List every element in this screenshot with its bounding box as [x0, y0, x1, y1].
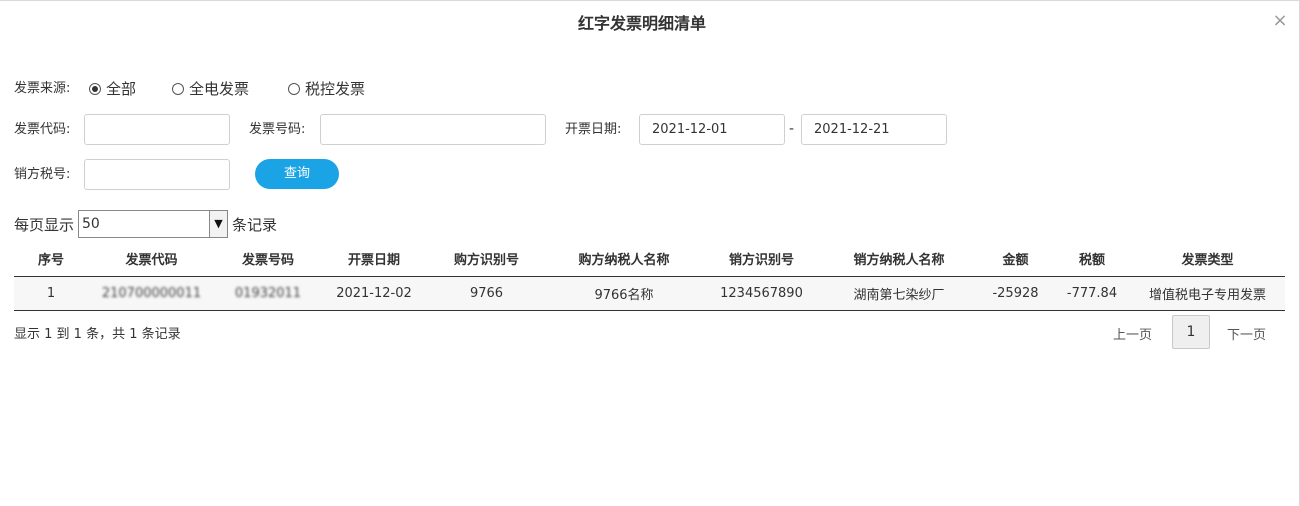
red-invoice-dialog: 红字发票明细清单 × 发票来源: 全部 全电发票 税控发票 发票代码: 发票号码…: [0, 0, 1300, 506]
issue-date-label: 开票日期:: [565, 122, 622, 137]
invoice-table: 序号 发票代码 发票号码 开票日期 购方识别号 购方纳税人名称 销方识别号 销方…: [14, 241, 1285, 311]
column-header-seller-name: 销方纳税人名称: [821, 241, 977, 277]
table-row[interactable]: 1 210700000011 01932011 2021-12-02 9766 …: [14, 276, 1285, 311]
date-to-input[interactable]: 2021-12-21: [801, 114, 947, 145]
column-header-buyer-id: 购方识别号: [427, 241, 546, 277]
seller-tax-id-label: 销方税号:: [14, 167, 71, 182]
radio-label: 全部: [106, 80, 137, 98]
query-button[interactable]: 查询: [255, 159, 339, 189]
column-header-tax: 税额: [1054, 241, 1130, 277]
next-page-link[interactable]: 下一页: [1227, 324, 1266, 343]
radio-checked-icon: [89, 83, 101, 95]
page-size-value: 50: [82, 216, 100, 232]
seller-tax-id-input[interactable]: [84, 159, 230, 190]
column-header-invoice-type: 发票类型: [1130, 241, 1285, 277]
column-header-invoice-number: 发票号码: [215, 241, 321, 277]
column-header-issue-date: 开票日期: [321, 241, 427, 277]
column-header-seller-id: 销方识别号: [702, 241, 821, 277]
cell-buyer-name: 9766名称: [546, 276, 702, 311]
page-size-suffix: 条记录: [232, 215, 278, 234]
radio-source-tax-control[interactable]: 税控发票: [288, 80, 365, 98]
blurred-invoice-number: 01932011: [234, 285, 302, 301]
cell-index: 1: [14, 276, 88, 311]
column-header-buyer-name: 购方纳税人名称: [546, 241, 702, 277]
blurred-invoice-code: 210700000011: [101, 285, 202, 301]
radio-unchecked-icon: [288, 83, 300, 95]
cell-invoice-type: 增值税电子专用发票: [1130, 276, 1285, 311]
invoice-code-label: 发票代码:: [14, 122, 71, 137]
radio-unchecked-icon: [172, 83, 184, 95]
cell-invoice-number: 01932011: [215, 276, 321, 311]
invoice-number-input[interactable]: [320, 114, 546, 145]
column-header-invoice-code: 发票代码: [88, 241, 215, 277]
records-summary: 显示 1 到 1 条，共 1 条记录: [14, 327, 181, 342]
page-size-prefix: 每页显示: [14, 215, 75, 234]
table-header-row: 序号 发票代码 发票号码 开票日期 购方识别号 购方纳税人名称 销方识别号 销方…: [14, 241, 1285, 277]
page-number-button[interactable]: 1: [1172, 315, 1210, 349]
column-header-amount: 金额: [977, 241, 1054, 277]
cell-seller-id: 1234567890: [702, 276, 821, 311]
column-header-index: 序号: [14, 241, 88, 277]
cell-invoice-code: 210700000011: [88, 276, 215, 311]
source-label: 发票来源:: [14, 81, 71, 96]
date-separator: -: [789, 121, 795, 137]
cell-issue-date: 2021-12-02: [321, 276, 427, 311]
cell-tax: -777.84: [1054, 276, 1130, 311]
radio-source-all[interactable]: 全部: [89, 80, 136, 98]
page-size-control: 每页显示 50 ▼ 条记录: [14, 210, 277, 238]
radio-label: 税控发票: [305, 80, 366, 98]
cell-amount: -25928: [977, 276, 1054, 311]
radio-source-fully-digital[interactable]: 全电发票: [172, 80, 249, 98]
cell-buyer-id: 9766: [427, 276, 546, 311]
chevron-down-icon[interactable]: ▼: [209, 211, 228, 237]
invoice-code-input[interactable]: [84, 114, 230, 145]
prev-page-link[interactable]: 上一页: [1113, 324, 1152, 343]
dialog-title: 红字发票明细清单: [577, 14, 706, 33]
close-icon[interactable]: ×: [1271, 12, 1289, 30]
invoice-number-label: 发票号码:: [249, 122, 306, 137]
cell-seller-name: 湖南第七染纱厂: [821, 276, 977, 311]
radio-label: 全电发票: [189, 80, 250, 98]
page-size-select[interactable]: 50 ▼: [78, 210, 229, 238]
date-from-input[interactable]: 2021-12-01: [639, 114, 785, 145]
